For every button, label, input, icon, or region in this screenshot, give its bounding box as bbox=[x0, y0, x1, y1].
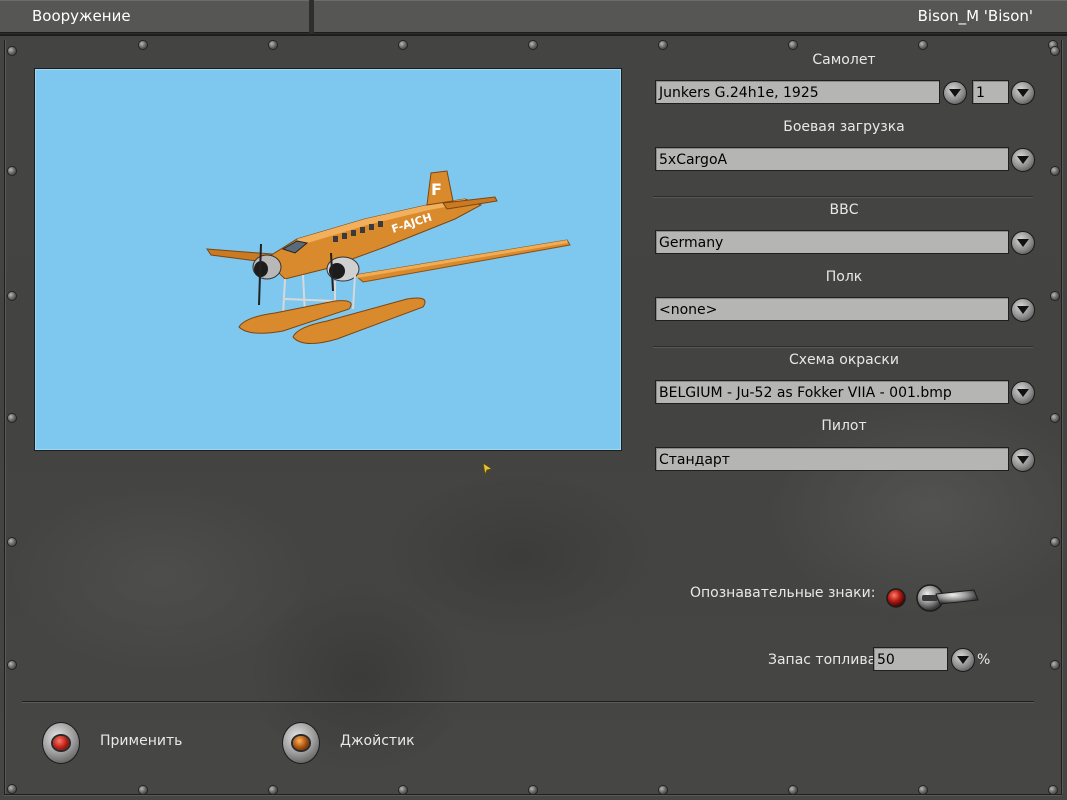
skin-label: Схема окраски bbox=[788, 352, 899, 368]
screen-title: Вооружение bbox=[0, 0, 309, 33]
section-divider bbox=[653, 346, 1033, 347]
rivet-icon bbox=[789, 41, 797, 49]
aircraft-count-dropdown-icon[interactable] bbox=[1011, 81, 1035, 105]
rivet-icon bbox=[1051, 167, 1059, 175]
loadout-dropdown-icon[interactable] bbox=[1011, 148, 1035, 172]
rivet-icon bbox=[919, 786, 927, 794]
rivet-icon bbox=[659, 786, 667, 794]
rivet-icon bbox=[399, 786, 407, 794]
rivet-icon bbox=[529, 786, 537, 794]
joystick-label[interactable]: Джойстик bbox=[340, 733, 415, 749]
air-force-dropdown-icon[interactable] bbox=[1011, 231, 1035, 255]
fuel-dropdown-icon[interactable] bbox=[951, 648, 975, 672]
rivet-icon bbox=[1051, 292, 1059, 300]
apply-label[interactable]: Применить bbox=[100, 733, 182, 749]
rivet-icon bbox=[919, 41, 927, 49]
seaplane-icon: F F-AJCH bbox=[206, 170, 571, 344]
rivet-icon bbox=[1051, 661, 1059, 669]
loadout-select[interactable]: 5xCargoA bbox=[655, 147, 1009, 171]
pilot-name: Bison_M 'Bison' bbox=[314, 0, 1067, 33]
red-lamp-icon bbox=[53, 736, 69, 750]
rivet-icon bbox=[269, 786, 277, 794]
rivet-icon bbox=[269, 41, 277, 49]
pilot-select[interactable]: Стандарт bbox=[655, 447, 1009, 471]
rivet-icon bbox=[659, 41, 667, 49]
rivet-icon bbox=[1051, 47, 1059, 55]
apply-button[interactable] bbox=[42, 722, 80, 764]
rivet-icon bbox=[8, 167, 16, 175]
skin-dropdown-icon[interactable] bbox=[1011, 381, 1035, 405]
rivet-icon bbox=[8, 538, 16, 546]
rivet-icon bbox=[399, 41, 407, 49]
footer-divider bbox=[22, 701, 1034, 702]
rivet-icon bbox=[789, 786, 797, 794]
loadout-label: Боевая загрузка bbox=[783, 119, 905, 135]
fuel-unit: % bbox=[977, 652, 991, 668]
markings-label: Опознавательные знаки: bbox=[690, 585, 876, 601]
markings-toggle[interactable] bbox=[886, 578, 986, 624]
tail-marking: F bbox=[431, 180, 442, 199]
rivet-icon bbox=[8, 414, 16, 422]
toggle-switch-icon bbox=[886, 584, 979, 612]
aircraft-select[interactable]: Junkers G.24h1e, 1925 bbox=[655, 80, 940, 104]
rivet-icon bbox=[8, 47, 16, 55]
rivet-icon bbox=[8, 292, 16, 300]
rivet-icon bbox=[139, 786, 147, 794]
rivet-icon bbox=[1049, 786, 1057, 794]
fuel-input[interactable]: 50 bbox=[873, 647, 948, 671]
title-bar: Вооружение Bison_M 'Bison' bbox=[0, 0, 1067, 34]
frame-left bbox=[4, 40, 5, 794]
mouse-cursor-icon bbox=[482, 462, 494, 476]
frame-right bbox=[1061, 40, 1062, 794]
air-force-select[interactable]: Germany bbox=[655, 230, 1009, 254]
skin-select[interactable]: BELGIUM - Ju-52 as Fokker VIIA - 001.bmp bbox=[655, 380, 1009, 404]
joystick-button[interactable] bbox=[282, 722, 320, 764]
pilot-dropdown-icon[interactable] bbox=[1011, 448, 1035, 472]
regiment-select[interactable]: <none> bbox=[655, 297, 1009, 321]
rivet-icon bbox=[1051, 538, 1059, 546]
aircraft-dropdown-icon[interactable] bbox=[943, 81, 967, 105]
regiment-label: Полк bbox=[825, 269, 863, 285]
rivet-icon bbox=[8, 661, 16, 669]
aircraft-preview[interactable]: F F-AJCH bbox=[34, 68, 622, 451]
frame-bottom bbox=[4, 794, 1062, 795]
aircraft-count-field[interactable]: 1 bbox=[972, 80, 1009, 104]
rivet-icon bbox=[139, 41, 147, 49]
fuel-label: Запас топлива bbox=[768, 652, 877, 668]
section-divider bbox=[653, 196, 1033, 197]
aircraft-label: Самолет bbox=[812, 52, 876, 68]
regiment-dropdown-icon[interactable] bbox=[1011, 298, 1035, 322]
rivet-icon bbox=[8, 785, 16, 793]
rivet-icon bbox=[1051, 414, 1059, 422]
air-force-label: ВВС bbox=[829, 202, 859, 218]
amber-lamp-icon bbox=[293, 736, 309, 750]
pilot-label: Пилот bbox=[821, 418, 867, 434]
rivet-icon bbox=[529, 41, 537, 49]
